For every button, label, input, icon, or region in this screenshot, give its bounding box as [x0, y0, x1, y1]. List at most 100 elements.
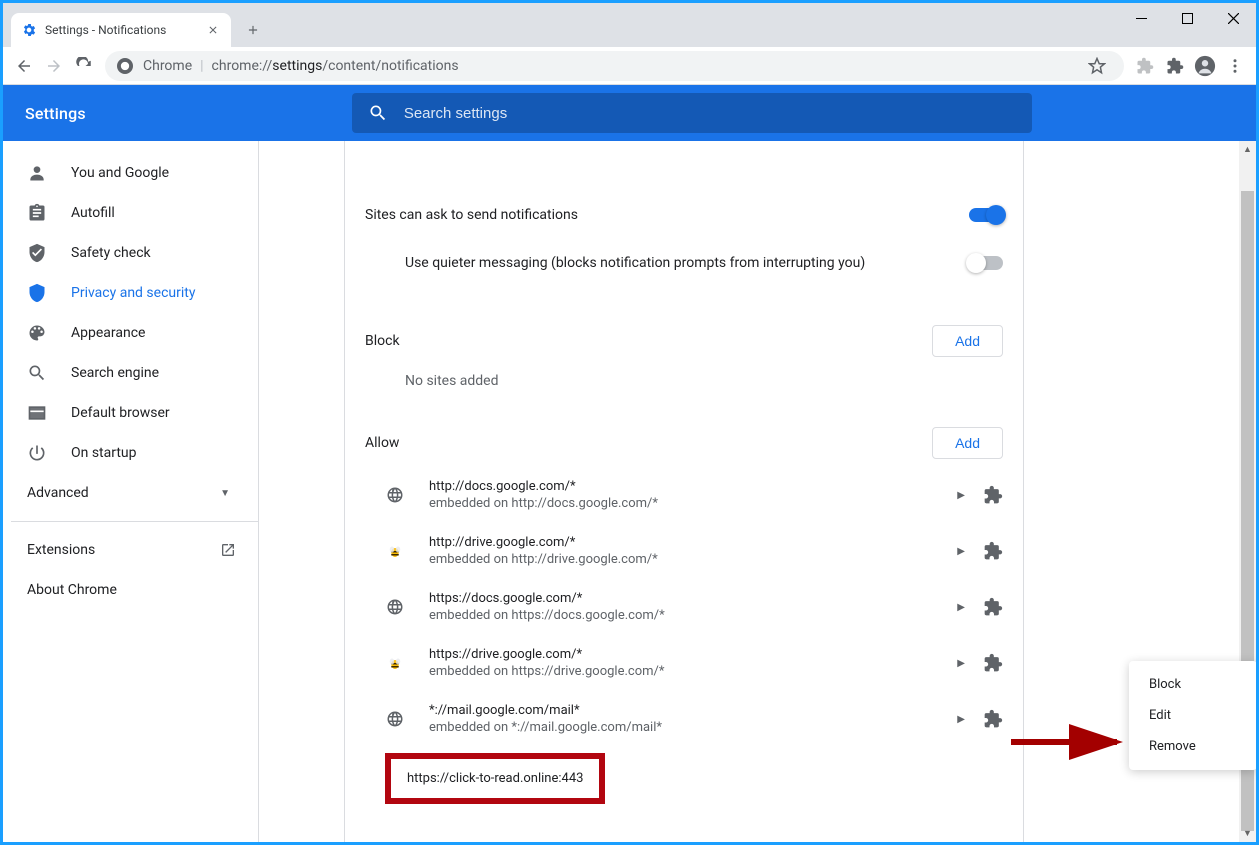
external-link-icon — [220, 542, 236, 558]
tab-title: Settings - Notifications — [45, 23, 205, 37]
back-button[interactable] — [9, 51, 39, 81]
annotation-arrow — [1009, 722, 1129, 762]
bee-icon — [385, 541, 405, 561]
chrome-menu-button[interactable] — [1220, 51, 1250, 81]
gear-icon — [21, 22, 37, 38]
site-sub: embedded on *://mail.google.com/mail* — [429, 720, 939, 735]
sidebar-link-label: About Chrome — [27, 582, 117, 598]
allow-site-row: https://drive.google.com/* embedded on ht… — [345, 635, 1023, 691]
scroll-up-button[interactable]: ▲ — [1239, 141, 1256, 158]
site-details-caret[interactable]: ▶ — [957, 602, 965, 613]
chevron-down-icon: ▼ — [220, 488, 230, 499]
site-sub: embedded on https://drive.google.com/* — [429, 664, 939, 679]
extensions-menu-icon[interactable] — [1160, 51, 1190, 81]
browser-icon — [27, 403, 47, 423]
site-details-caret[interactable]: ▶ — [957, 546, 965, 557]
sidebar-link-label: Extensions — [27, 542, 95, 558]
sidebar-item-on-startup[interactable]: On startup — [3, 433, 258, 473]
block-title: Block — [365, 333, 932, 349]
clipboard-icon — [27, 203, 47, 223]
bookmark-star-icon[interactable] — [1082, 51, 1112, 81]
quieter-label: Use quieter messaging (blocks notificati… — [365, 255, 969, 271]
site-sub: embedded on http://drive.google.com/* — [429, 552, 939, 567]
person-icon — [27, 163, 47, 183]
maximize-button[interactable] — [1164, 3, 1210, 33]
highlighted-site: https://click-to-read.online:443 — [385, 753, 605, 804]
site-info-icon[interactable] — [117, 58, 133, 74]
site-details-caret[interactable]: ▶ — [957, 658, 965, 669]
power-icon — [27, 443, 47, 463]
sidebar-item-autofill[interactable]: Autofill — [3, 193, 258, 233]
search-settings-box[interactable] — [352, 93, 1032, 133]
block-section-header: Block Add — [345, 317, 1023, 365]
allow-site-row: *://mail.google.com/mail*embedded on *:/… — [345, 691, 1023, 747]
sidebar-item-label: On startup — [71, 445, 137, 461]
extension-puzzle-icon[interactable] — [983, 653, 1003, 673]
sidebar-item-you-and-google[interactable]: You and Google — [3, 153, 258, 193]
extension-puzzle-icon[interactable] — [983, 485, 1003, 505]
search-settings-input[interactable] — [404, 105, 1016, 122]
site-details-caret[interactable]: ▶ — [957, 714, 965, 725]
sidebar-item-label: Safety check — [71, 245, 151, 261]
sidebar-extensions-link[interactable]: Extensions — [3, 530, 258, 570]
settings-sidebar: You and Google Autofill Safety check Pri… — [3, 141, 259, 842]
extension-puzzle-icon[interactable] — [983, 541, 1003, 561]
allow-title: Allow — [365, 435, 932, 451]
extensions-toolbar-icon[interactable] — [1130, 51, 1160, 81]
ask-label: Sites can ask to send notifications — [365, 207, 969, 223]
allow-site-row: https://docs.google.com/* embedded on htt… — [345, 579, 1023, 635]
site-sub: embedded on http://docs.google.com/* — [429, 496, 939, 511]
sidebar-item-label: You and Google — [71, 165, 169, 181]
tab-close-button[interactable] — [205, 22, 221, 38]
browser-toolbar: Chrome | chrome://settings/content/notif… — [3, 47, 1256, 85]
close-window-button[interactable] — [1210, 3, 1256, 33]
sidebar-separator — [11, 521, 258, 522]
globe-icon — [385, 597, 405, 617]
bee-icon — [385, 653, 405, 673]
block-add-button[interactable]: Add — [932, 325, 1003, 357]
sidebar-item-label: Search engine — [71, 365, 159, 381]
sidebar-advanced-toggle[interactable]: Advanced ▼ — [3, 473, 258, 513]
extension-puzzle-icon[interactable] — [983, 709, 1003, 729]
site-url: https://drive.google.com/* — [429, 647, 939, 662]
scroll-down-button[interactable]: ▼ — [1239, 825, 1256, 842]
block-empty-text: No sites added — [345, 373, 1023, 389]
sidebar-item-label: Privacy and security — [71, 285, 195, 301]
context-menu-block[interactable]: Block — [1129, 669, 1256, 700]
extension-puzzle-icon[interactable] — [983, 597, 1003, 617]
quieter-toggle[interactable] — [969, 256, 1003, 270]
sidebar-about-link[interactable]: About Chrome — [3, 570, 258, 610]
context-menu-edit[interactable]: Edit — [1129, 700, 1256, 731]
new-tab-button[interactable] — [239, 16, 267, 44]
site-url: https://docs.google.com/* — [429, 591, 939, 606]
site-url: http://drive.google.com/* — [429, 535, 939, 550]
allow-site-row: http://drive.google.com/* embedded on htt… — [345, 523, 1023, 579]
reload-button[interactable] — [69, 51, 99, 81]
site-label: Chrome — [143, 58, 192, 74]
browser-tab[interactable]: Settings - Notifications — [11, 13, 231, 47]
profile-avatar-icon[interactable] — [1190, 51, 1220, 81]
context-menu-remove[interactable]: Remove — [1129, 731, 1256, 762]
allow-site-row: http://docs.google.com/* embedded on http… — [345, 467, 1023, 523]
search-icon — [27, 363, 47, 383]
sidebar-advanced-label: Advanced — [27, 485, 89, 501]
globe-icon — [385, 485, 405, 505]
sidebar-item-search-engine[interactable]: Search engine — [3, 353, 258, 393]
sidebar-item-label: Default browser — [71, 405, 170, 421]
window-controls — [1118, 3, 1256, 33]
minimize-button[interactable] — [1118, 3, 1164, 33]
ask-toggle[interactable] — [969, 208, 1003, 222]
sidebar-item-label: Autofill — [71, 205, 115, 221]
sidebar-item-privacy[interactable]: Privacy and security — [3, 273, 258, 313]
sidebar-item-safety-check[interactable]: Safety check — [3, 233, 258, 273]
allow-add-button[interactable]: Add — [932, 427, 1003, 459]
sidebar-item-default-browser[interactable]: Default browser — [3, 393, 258, 433]
sidebar-item-appearance[interactable]: Appearance — [3, 313, 258, 353]
settings-title: Settings — [25, 104, 86, 123]
site-sub: embedded on https://docs.google.com/* — [429, 608, 939, 623]
site-details-caret[interactable]: ▶ — [957, 490, 965, 501]
search-icon — [368, 103, 388, 123]
site-url: http://docs.google.com/* — [429, 479, 939, 494]
forward-button[interactable] — [39, 51, 69, 81]
address-bar[interactable]: Chrome | chrome://settings/content/notif… — [105, 51, 1124, 81]
